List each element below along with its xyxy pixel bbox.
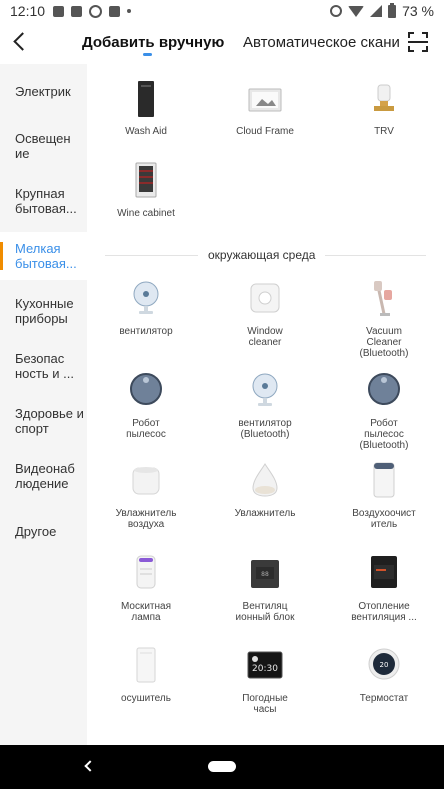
wifi-icon (348, 5, 365, 17)
device-window-cleaner[interactable]: Window cleaner (205, 280, 325, 348)
device-hvac[interactable]: Отопление вентиляция ... (324, 555, 444, 623)
alarm-icon (330, 5, 343, 17)
device-fan[interactable]: вентилятор (86, 280, 206, 337)
status-bar: 12:10 73 % (0, 0, 444, 22)
mosquito-lamp-icon (136, 555, 156, 589)
sidebar-item-other[interactable]: Другое (0, 524, 87, 539)
sidebar-item-large-appliances[interactable]: Крупная бытовая... (0, 186, 87, 216)
app-notification-icon (89, 4, 103, 18)
device-wine-cabinet[interactable]: Wine cabinet (86, 162, 206, 219)
facebook-notification-icon (109, 5, 121, 17)
sidebar-item-lighting[interactable]: Освещен ие (0, 131, 71, 161)
fan-bluetooth-icon (252, 373, 278, 406)
robot-vacuum-icon (130, 373, 162, 405)
scan-qr-icon[interactable] (408, 32, 428, 52)
category-sidebar: Электрик Освещен ие Крупная бытовая... М… (0, 64, 87, 745)
header: Добавить вручную Автоматическое скани (0, 22, 444, 64)
sidebar-item-video[interactable]: Видеонаб людение (0, 461, 80, 491)
device-robot-vacuum-bluetooth[interactable]: Робот пылесос (Bluetooth) (324, 372, 444, 451)
air-humidifier-icon (132, 467, 160, 495)
device-ventilation-unit[interactable]: 88 Вентиляц ионный блок (205, 555, 325, 623)
system-nav-bar (0, 745, 444, 789)
wine-cabinet-icon (135, 162, 157, 198)
hvac-icon (371, 556, 397, 588)
thermostat-icon: 20 (368, 648, 400, 680)
device-thermostat[interactable]: 20 Термостат (324, 647, 444, 704)
section-title: окружающая среда (198, 248, 326, 262)
humidifier-icon (252, 463, 278, 497)
weather-clock-icon: 20:30 (247, 651, 283, 679)
svg-text:88: 88 (261, 571, 269, 578)
sidebar-item-small-appliances[interactable]: Мелкая бытовая... (0, 232, 87, 280)
device-humidifier[interactable]: Увлажнитель (205, 462, 325, 519)
device-weather-clock[interactable]: 20:30 Погодные часы (205, 647, 325, 715)
device-vacuum-cleaner[interactable]: Vacuum Cleaner (Bluetooth) (324, 280, 444, 359)
sidebar-item-electric[interactable]: Электрик (0, 84, 87, 99)
air-purifier-icon (373, 462, 395, 498)
device-fan-bluetooth[interactable]: вентилятор (Bluetooth) (205, 372, 325, 440)
device-air-purifier[interactable]: Воздухоочист итель (324, 462, 444, 530)
vacuum-cleaner-icon (374, 281, 392, 316)
battery-icon (388, 2, 397, 18)
svg-text:20: 20 (380, 661, 389, 669)
fan-icon (133, 281, 159, 314)
device-dehumidifier[interactable]: осушитель (86, 647, 206, 704)
device-trv[interactable]: TRV (324, 80, 444, 137)
device-cloud-frame[interactable]: Cloud Frame (205, 80, 325, 137)
svg-text:20:30: 20:30 (252, 664, 278, 674)
status-time: 12:10 (10, 3, 46, 19)
device-wash-aid[interactable]: Wash Aid (86, 80, 206, 137)
more-notifications-icon (127, 9, 132, 13)
sidebar-item-kitchen[interactable]: Кухонные приборы (0, 296, 87, 326)
nav-back-icon[interactable] (84, 760, 96, 772)
signal-icon (370, 5, 383, 17)
back-arrow-icon[interactable] (10, 30, 32, 54)
battery-percent: 73 % (402, 3, 434, 19)
ventilation-unit-icon: 88 (251, 560, 279, 588)
window-cleaner-icon (250, 283, 280, 313)
cloud-frame-icon (248, 88, 282, 112)
device-mosquito-lamp[interactable]: Москитная лампа (86, 555, 206, 623)
wash-aid-icon (138, 81, 154, 117)
message-notification-icon (71, 5, 83, 17)
gallery-notification-icon (53, 5, 65, 17)
robot-vacuum-bluetooth-icon (368, 373, 400, 405)
sidebar-item-security[interactable]: Безопас ность и ... (0, 351, 78, 381)
active-tab-indicator (143, 53, 152, 56)
sidebar-item-health[interactable]: Здоровье и спорт (0, 406, 87, 436)
device-air-humidifier[interactable]: Увлажнитель воздуха (86, 462, 206, 530)
tab-auto-scan[interactable]: Автоматическое скани (243, 34, 401, 51)
device-robot-vacuum[interactable]: Робот пылесос (86, 372, 206, 440)
nav-home-button[interactable] (208, 761, 236, 772)
tab-manual[interactable]: Добавить вручную (82, 34, 224, 51)
trv-icon (374, 84, 394, 111)
dehumidifier-icon (136, 647, 156, 683)
